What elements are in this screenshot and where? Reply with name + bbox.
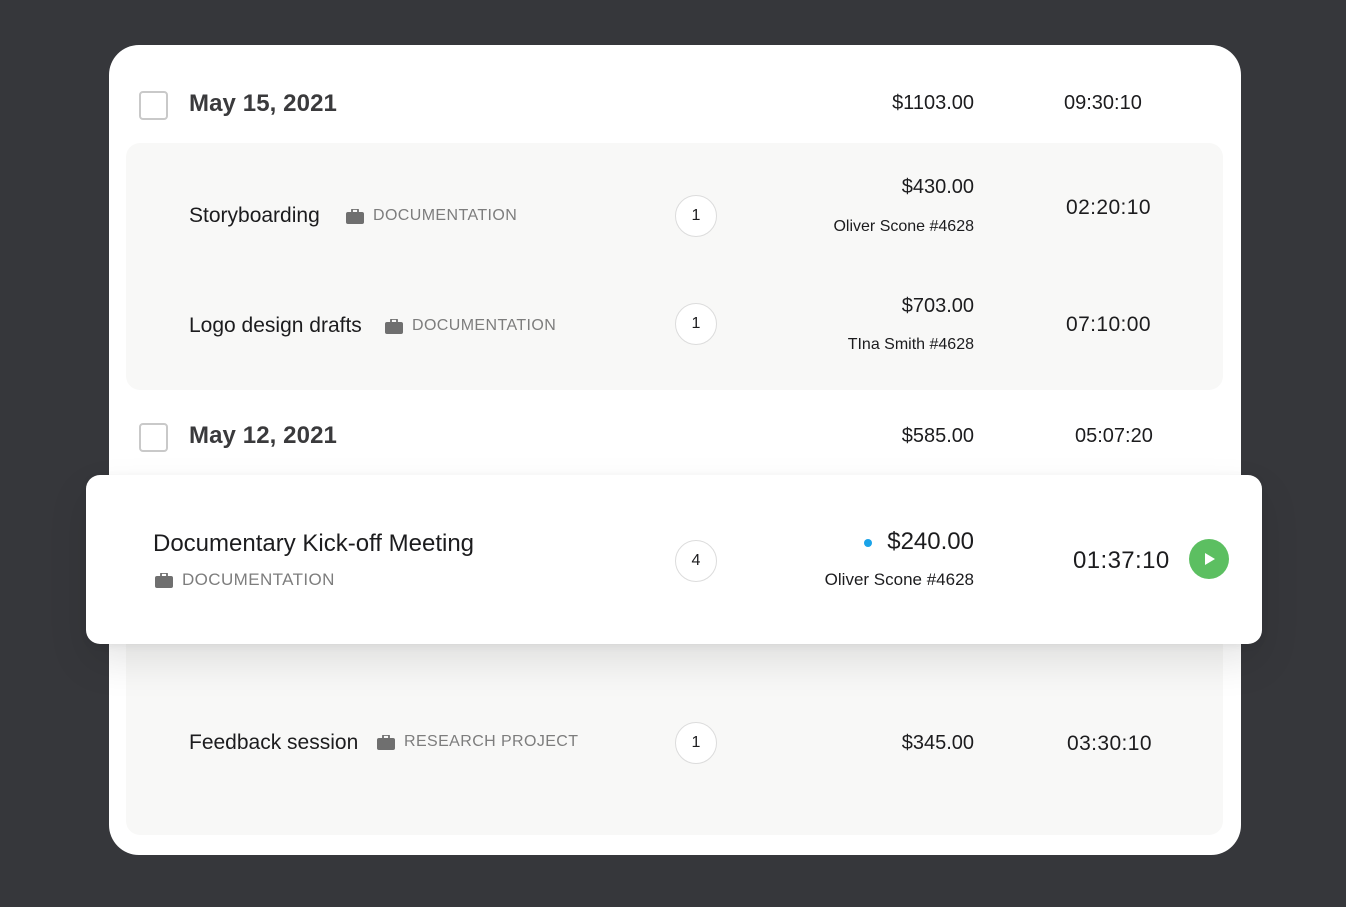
briefcase-icon xyxy=(346,208,364,224)
group-amount: $1103.00 xyxy=(892,92,974,114)
entry-person: TIna Smith #4628 xyxy=(847,336,974,353)
entry-amount: $240.00 xyxy=(887,528,974,555)
entry-amount: $345.00 xyxy=(901,732,974,754)
entry-person: Oliver Scone #4628 xyxy=(824,570,974,589)
entry-name[interactable]: Feedback session xyxy=(189,731,358,755)
entry-count-badge[interactable]: 4 xyxy=(675,540,717,582)
entry-tag-label: DOCUMENTATION xyxy=(373,207,518,224)
entry-tag[interactable]: DOCUMENTATION xyxy=(346,207,517,225)
entry-tag[interactable]: DOCUMENTATION xyxy=(385,317,556,335)
entry-time: 07:10:00 xyxy=(1066,313,1151,336)
group-date: May 15, 2021 xyxy=(189,90,337,117)
briefcase-icon xyxy=(385,318,403,334)
group-time: 05:07:20 xyxy=(1075,425,1153,447)
entry-time: 03:30:10 xyxy=(1067,732,1152,755)
entry-tag-label: DOCUMENTATION xyxy=(412,317,557,334)
entry-count-badge[interactable]: 1 xyxy=(675,303,717,345)
briefcase-icon xyxy=(377,734,395,750)
group-entries-panel xyxy=(126,143,1223,390)
entry-count-badge[interactable]: 1 xyxy=(675,722,717,764)
group-checkbox-may-15[interactable] xyxy=(139,91,168,120)
active-entry-card[interactable]: Documentary Kick-off Meeting DOCUMENTATI… xyxy=(86,475,1262,644)
time-entries-card: May 15, 2021 $1103.00 09:30:10 Storyboar… xyxy=(109,45,1241,855)
entry-name[interactable]: Logo design drafts xyxy=(189,314,362,338)
entry-name[interactable]: Storyboarding xyxy=(189,204,320,228)
entry-time: 01:37:10 xyxy=(1073,547,1170,574)
entry-tag[interactable]: DOCUMENTATION xyxy=(155,570,335,590)
group-amount: $585.00 xyxy=(901,425,974,447)
play-icon xyxy=(1205,553,1215,565)
briefcase-icon xyxy=(155,572,173,588)
entry-count-badge[interactable]: 1 xyxy=(675,195,717,237)
entry-amount: $430.00 xyxy=(901,176,974,198)
entry-time: 02:20:10 xyxy=(1066,196,1151,219)
group-time: 09:30:10 xyxy=(1064,92,1142,114)
entry-tag[interactable]: RESEARCH PROJECT xyxy=(377,733,578,751)
entry-person: Oliver Scone #4628 xyxy=(833,218,974,235)
play-button[interactable] xyxy=(1189,539,1229,579)
entry-amount: $703.00 xyxy=(901,295,974,317)
entry-name[interactable]: Documentary Kick-off Meeting xyxy=(153,530,474,558)
entry-tag-label: DOCUMENTATION xyxy=(182,570,335,589)
group-date: May 12, 2021 xyxy=(189,422,337,449)
group-checkbox-may-12[interactable] xyxy=(139,423,168,452)
entry-tag-label: RESEARCH PROJECT xyxy=(404,733,579,750)
